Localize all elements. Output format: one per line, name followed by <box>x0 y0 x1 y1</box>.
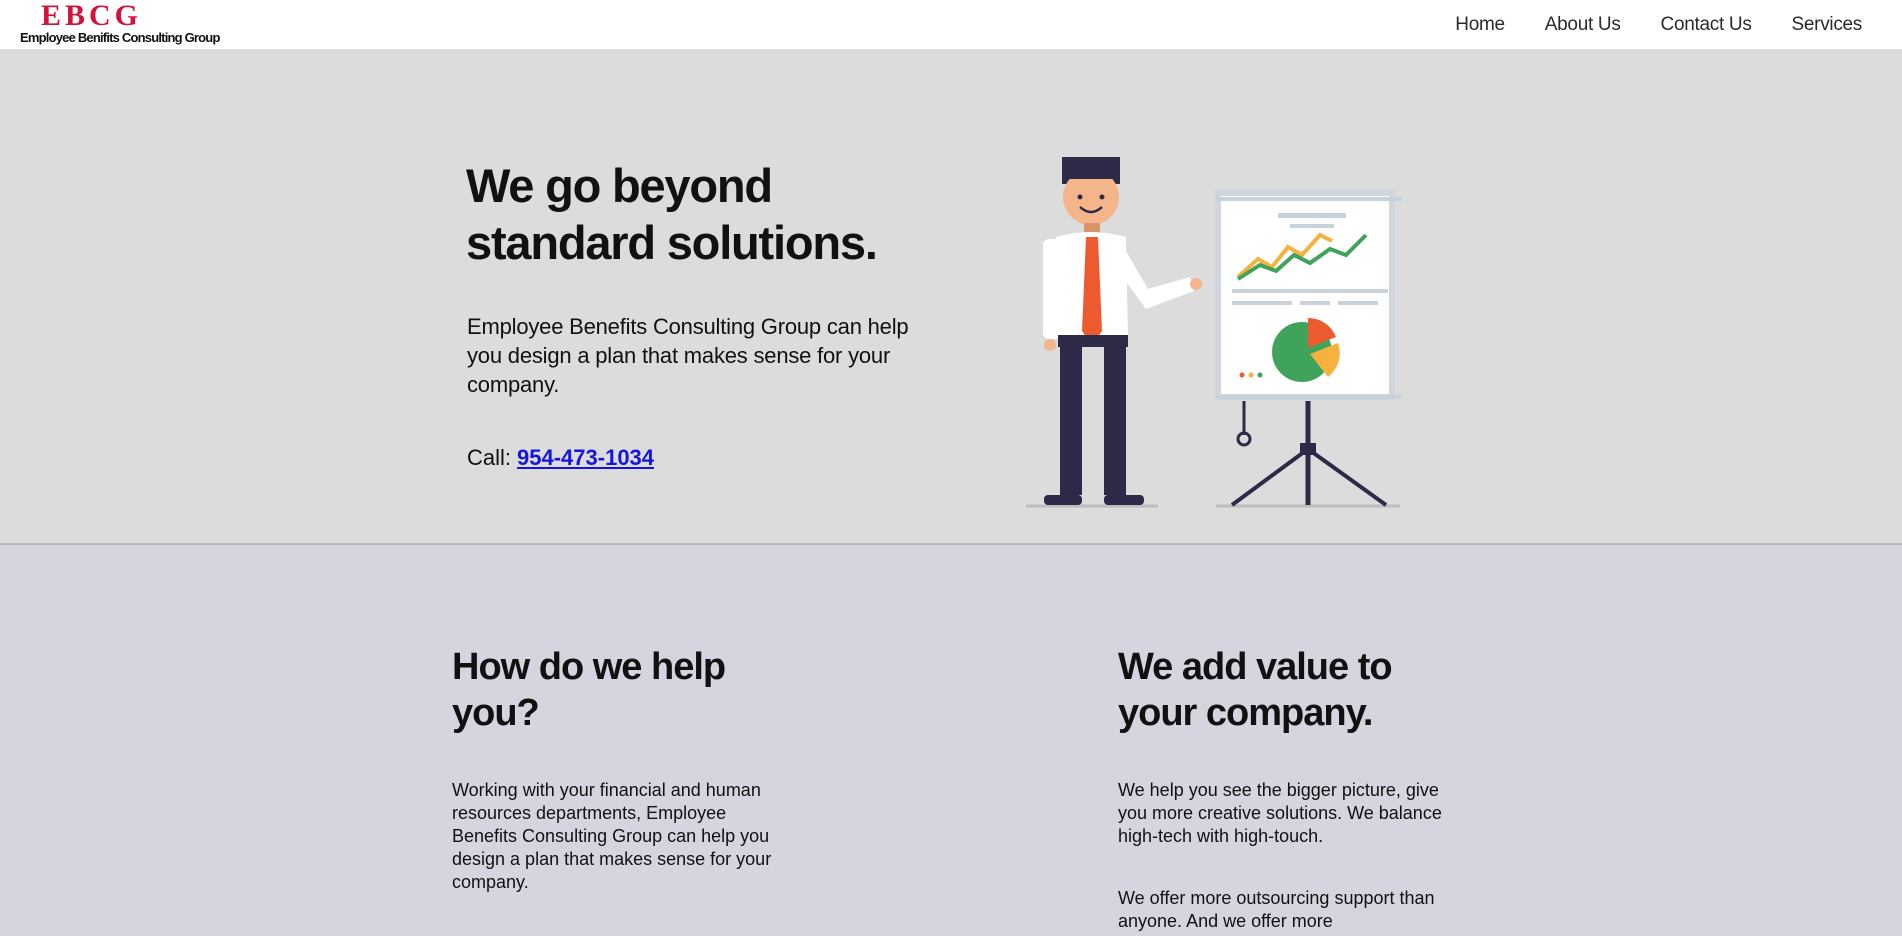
help-title-line2: you? <box>452 692 540 734</box>
logo-mark: EBCG <box>41 0 143 32</box>
hero-description: Employee Benefits Consulting Group can h… <box>467 314 909 397</box>
nav-contact-us[interactable]: Contact Us <box>1661 13 1752 37</box>
call-label: Call: <box>467 445 512 470</box>
main-nav: Home About Us Contact Us Services <box>1455 13 1862 37</box>
hero-title-line2: standard solutions. <box>466 216 878 269</box>
nav-home[interactable]: Home <box>1455 13 1505 37</box>
logo[interactable]: EBCG Employee Benifits Consulting Group <box>20 0 220 46</box>
hero-section: We go beyond standard solutions. Employe… <box>0 49 1902 545</box>
value-title-line1: We add value to <box>1118 646 1393 688</box>
nav-about-us[interactable]: About Us <box>1545 13 1621 37</box>
hero-title-line1: We go beyond <box>466 159 773 212</box>
help-section-text: Working with your financial and human re… <box>452 780 772 892</box>
hero-title: We go beyond standard solutions. <box>466 157 926 271</box>
phone-link[interactable]: 954-473-1034 <box>517 445 654 470</box>
value-section-text-2: We offer more outsourcing support than a… <box>1118 888 1435 931</box>
logo-subtitle: Employee Benifits Consulting Group <box>20 30 220 45</box>
help-title-line1: How do we help <box>452 646 726 688</box>
value-section-title: We add value to your company. <box>1118 644 1478 736</box>
value-section-text-1: We help you see the bigger picture, give… <box>1118 780 1442 846</box>
value-title-line2: your company. <box>1118 692 1373 734</box>
hero-call: Call: 954-473-1034 <box>467 444 654 472</box>
help-section-title: How do we help you? <box>452 644 812 736</box>
businessman-presentation-illustration <box>1026 157 1402 508</box>
nav-services[interactable]: Services <box>1792 13 1863 37</box>
site-header: EBCG Employee Benifits Consulting Group … <box>0 0 1902 49</box>
